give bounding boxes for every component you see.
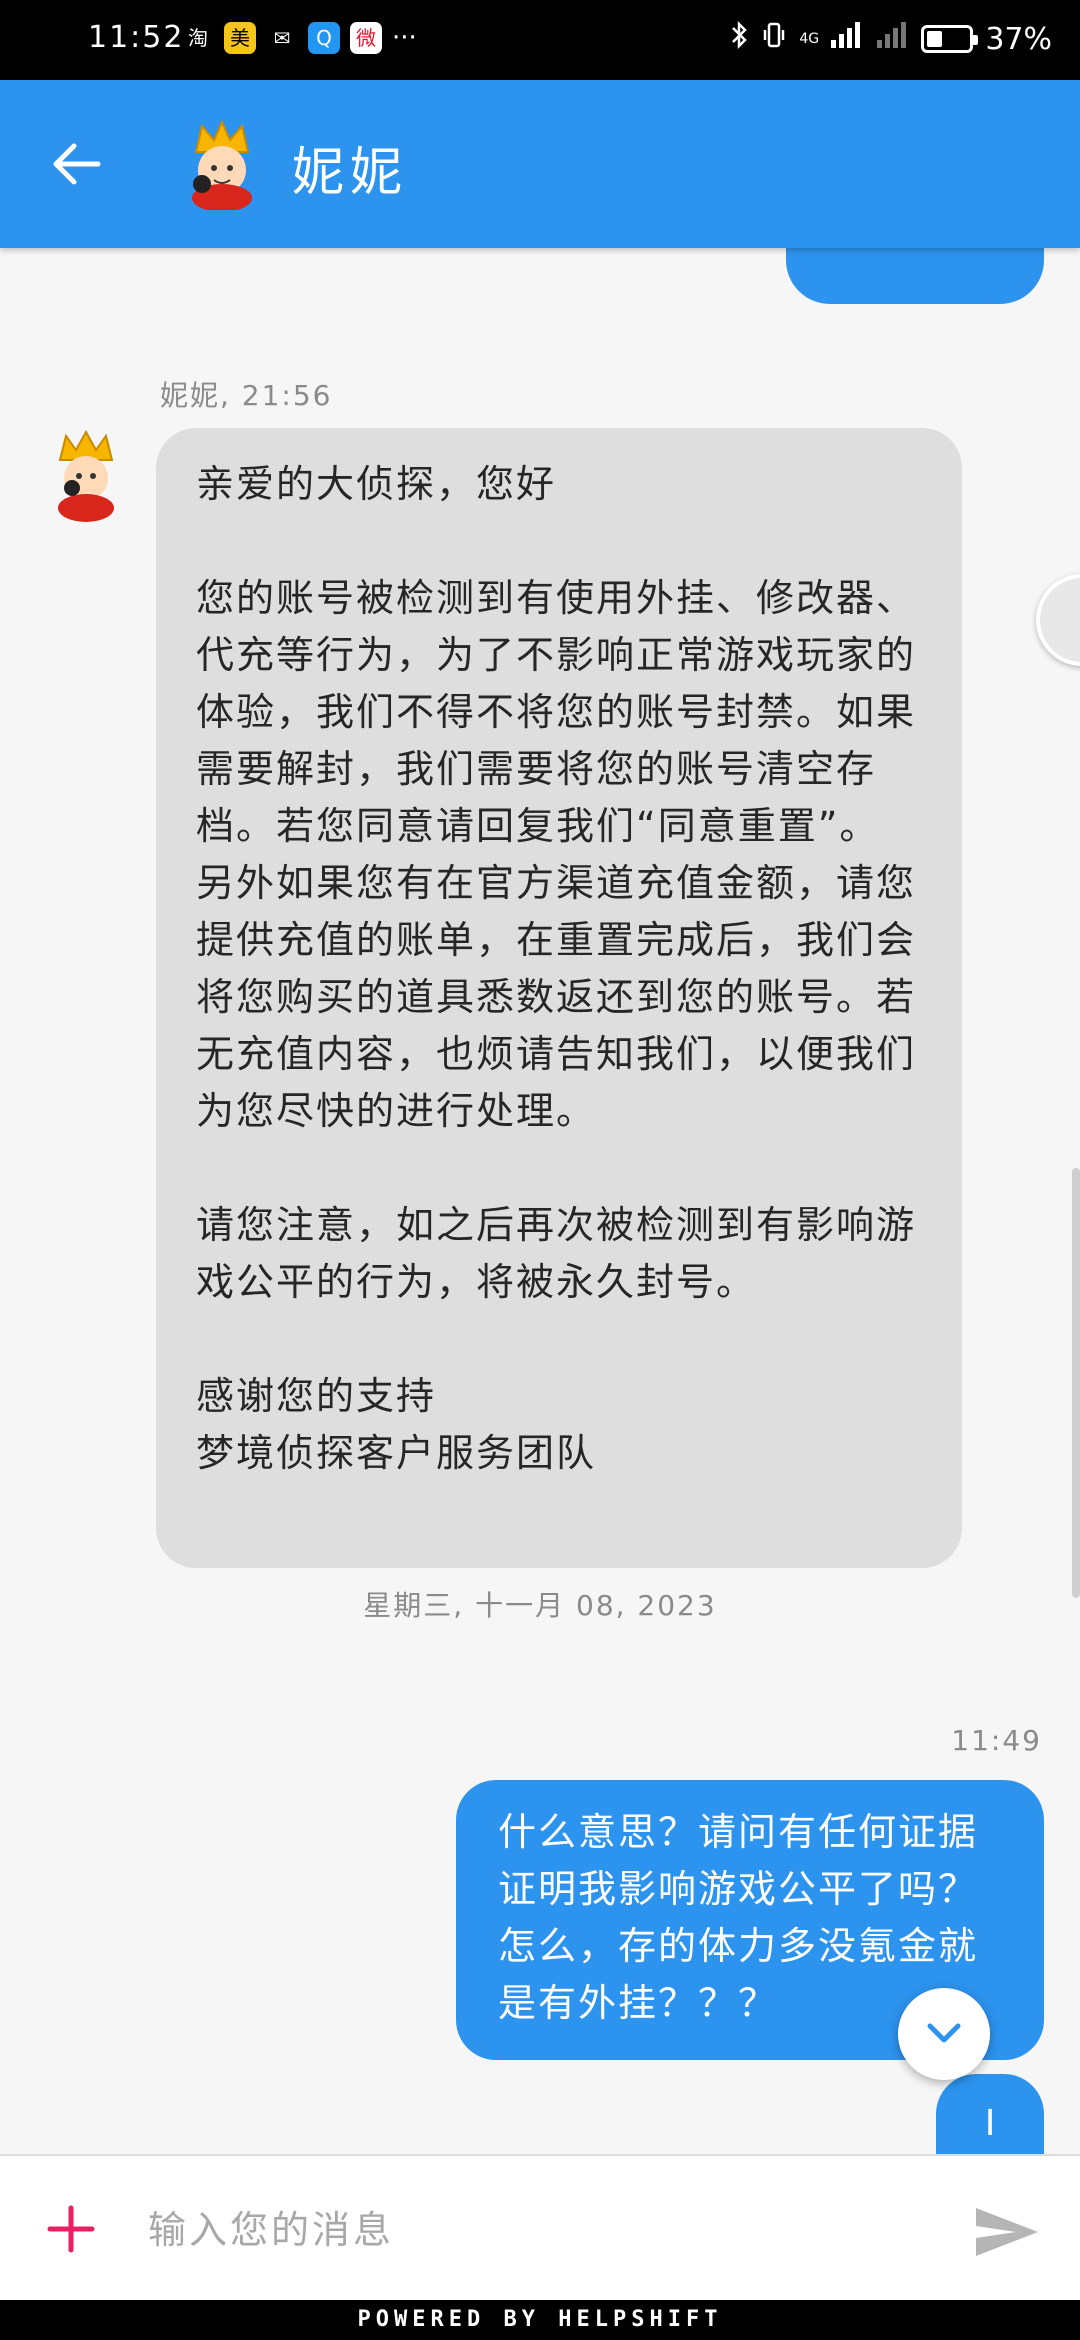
network-type: 4G [799, 31, 820, 47]
cartoon-avatar-icon [58, 429, 114, 522]
powered-by-footer: POWERED BY HELPSHIFT [0, 2300, 1080, 2340]
vibrate-icon [761, 20, 787, 58]
user-message-time: 11:49 [951, 1724, 1042, 1757]
meituan-icon: 美 [224, 22, 256, 54]
chevron-down-icon [927, 2023, 961, 2043]
agent-message-bubble: 亲爱的大侦探，您好 您的账号被检测到有使用外挂、修改器、代充等行为，为了不影响正… [156, 428, 962, 1568]
chat-title: 妮妮 [292, 143, 409, 203]
header-avatar [176, 118, 268, 212]
previous-user-message: 26252514 [786, 248, 1044, 304]
taobao-icon: 淘 [188, 26, 208, 50]
user-message-bubble-partial: I [936, 2074, 1044, 2154]
agent-message-paragraph: 请您注意，如之后再次被检测到有影响游戏公平的行为，将被永久封号。 [196, 1203, 917, 1304]
scroll-to-bottom-button[interactable] [898, 1988, 990, 2080]
previous-user-message-text: 26252514 [822, 248, 1029, 251]
message-input[interactable] [146, 2194, 950, 2266]
more-notifications-icon: ··· [392, 23, 417, 53]
chat-header: 妮妮 [0, 80, 1080, 248]
signal-2-icon [875, 20, 909, 58]
bluetooth-icon [731, 20, 749, 58]
scrollbar[interactable] [1072, 1168, 1080, 1598]
agent-message-closing: 感谢您的支持 [196, 1374, 437, 1418]
agent-message-signature: 梦境侦探客户服务团队 [196, 1431, 597, 1475]
send-button[interactable] [972, 2202, 1042, 2262]
status-time: 11:52 [88, 20, 185, 55]
search-app-icon: Q [308, 22, 340, 54]
status-bar: 11:52 淘 美 ✉ Q 微 ··· 4G 37% [0, 0, 1080, 80]
send-icon [976, 2208, 1038, 2256]
floating-assistant-bubble[interactable] [1036, 574, 1080, 666]
back-button[interactable] [48, 134, 118, 194]
battery-icon [921, 25, 979, 53]
agent-message-paragraph: 您的账号被检测到有使用外挂、修改器、代充等行为，为了不影响正常游戏玩家的体验，我… [196, 576, 917, 848]
cartoon-avatar-icon [192, 119, 252, 212]
add-attachment-button[interactable] [46, 2204, 96, 2254]
agent-avatar [50, 429, 122, 522]
date-separator: 星期三, 十一月 08, 2023 [363, 1589, 717, 1622]
agent-message-paragraph: 另外如果您有在官方渠道充值金额，请您提供充值的账单，在重置完成后，我们会将您购买… [196, 861, 917, 1133]
weibo-icon: 微 [350, 22, 382, 54]
message-composer [0, 2154, 1080, 2302]
message-list[interactable]: 26252514 妮妮, 21:56 亲爱的大侦探，您好 您的账号被检测到有使用… [0, 248, 1080, 2154]
plus-icon [47, 2205, 95, 2253]
back-arrow-icon [53, 143, 101, 185]
wechat-icon: ✉ [273, 26, 291, 50]
status-indicators: 4G 37% [731, 20, 1052, 58]
agent-message-greeting: 亲爱的大侦探，您好 [196, 462, 557, 506]
signal-icon [829, 20, 863, 58]
notification-icons: 淘 美 ✉ Q 微 ··· [182, 22, 417, 54]
battery-percent: 37% [985, 21, 1052, 57]
agent-sender-meta: 妮妮, 21:56 [160, 379, 333, 412]
